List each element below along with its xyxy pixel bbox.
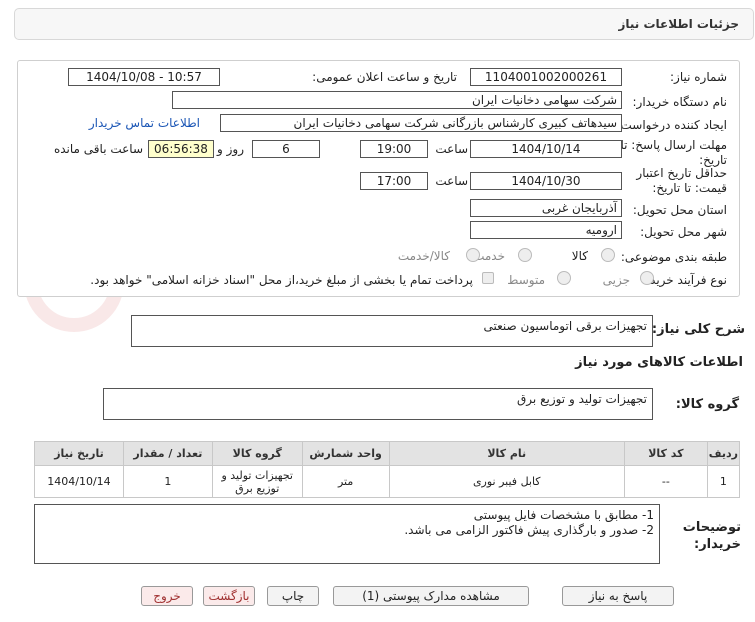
- goods-table: ردیف کد کالا نام کالا واحد شمارش گروه کا…: [34, 441, 741, 498]
- exit-button[interactable]: خروج: [141, 586, 193, 606]
- reply-button[interactable]: پاسخ به نیاز: [562, 586, 674, 606]
- city-label: شهر محل تحویل:: [640, 225, 727, 239]
- need-number-label: شماره نیاز:: [670, 70, 727, 84]
- validity-date-field: 1404/10/30: [470, 172, 622, 190]
- goods-name-cell: کابل فیبر نوری: [388, 465, 625, 498]
- goods-group-cell: تجهیزات تولید و توزیع برق: [211, 465, 303, 498]
- treasury-payment-checkbox[interactable]: [482, 272, 494, 284]
- view-attachments-button[interactable]: مشاهده مدارک پیوستی (1): [333, 586, 529, 606]
- goods-group-label: گروه کالا:: [675, 397, 739, 412]
- category-service-radio[interactable]: [518, 248, 532, 262]
- price-validity-label: حداقل تاریخ اعتبار قیمت: تا تاریخ:: [636, 166, 727, 195]
- print-button[interactable]: چاپ: [267, 586, 319, 606]
- reply-time-field: 19:00: [360, 140, 428, 158]
- category-goods-radio[interactable]: [601, 248, 615, 262]
- need-date-cell: 1404/10/14: [34, 465, 124, 498]
- province-field: آذربایجان غربی: [470, 199, 622, 217]
- remaining-time-label: ساعت باقی مانده: [53, 142, 143, 156]
- buyer-notes-line: 2- صدور و بارگذاری پیش فاکتور الزامی می …: [404, 523, 654, 537]
- goods-code-cell: --: [623, 465, 708, 498]
- column-header: تعداد / مقدار: [122, 441, 213, 466]
- process-minor-label: جزیی: [602, 273, 630, 287]
- validity-time-field: 17:00: [360, 172, 428, 190]
- remaining-time-field: 06:56:38: [148, 140, 214, 158]
- buyer-contact-link[interactable]: اطلاعات تماس خریدار: [89, 116, 200, 130]
- category-goods-service-radio[interactable]: [466, 248, 480, 262]
- reply-time-label: ساعت: [435, 142, 468, 156]
- process-minor-radio[interactable]: [640, 271, 654, 285]
- process-medium-label: متوسط: [507, 273, 545, 287]
- table-header-row: ردیف کد کالا نام کالا واحد شمارش گروه کا…: [34, 441, 741, 466]
- process-medium-radio[interactable]: [557, 271, 571, 285]
- creator-field: سیدهاتف کبیری کارشناس بازرگانی شرکت سهام…: [220, 114, 622, 132]
- process-type-label: نوع فرآیند خرید :: [642, 273, 727, 287]
- announce-datetime-field: 1404/10/08 - 10:57: [68, 68, 220, 86]
- quantity-cell: 1: [122, 465, 213, 498]
- page-header: جزئیات اطلاعات نیاز: [14, 8, 754, 40]
- creator-label: ایجاد کننده درخواست:: [616, 118, 727, 132]
- buyer-org-label: نام دستگاه خریدار:: [632, 95, 728, 109]
- column-header: گروه کالا: [211, 441, 303, 466]
- reply-date-field: 1404/10/14: [470, 140, 622, 158]
- validity-time-label: ساعت: [435, 174, 468, 188]
- unit-cell: متر: [301, 465, 390, 498]
- goods-info-title: اطلاعات کالاهای مورد نیاز: [575, 355, 743, 370]
- buyer-notes-label: توضیحات خریدار:: [682, 520, 741, 552]
- row-number-cell: 1: [706, 465, 741, 498]
- back-button[interactable]: بازگشت: [203, 586, 255, 606]
- province-label: استان محل تحویل:: [632, 203, 727, 217]
- page-title: جزئیات اطلاعات نیاز: [618, 17, 739, 31]
- category-label: طبقه بندی موضوعی:: [620, 250, 727, 264]
- buyer-notes-field: 1- مطابق با مشخصات فایل پیوستی 2- صدور و…: [34, 504, 660, 564]
- description-label: شرح کلی نیاز:: [651, 322, 745, 337]
- description-field: تجهیزات برقی اتوماسیون صنعتی: [131, 315, 653, 347]
- days-label: روز و: [217, 142, 244, 156]
- announce-datetime-label: تاریخ و ساعت اعلان عمومی:: [312, 70, 457, 84]
- buyer-org-field: شرکت سهامی دخانیات ایران: [172, 91, 622, 109]
- column-header: نام کالا: [388, 441, 625, 466]
- column-header: کد کالا: [623, 441, 708, 466]
- category-goods-label: کالا: [571, 249, 588, 263]
- buyer-notes-line: 1- مطابق با مشخصات فایل پیوستی: [473, 508, 654, 522]
- column-header: واحد شمارش: [301, 441, 390, 466]
- column-header: ردیف: [706, 441, 741, 466]
- treasury-payment-note: پرداخت تمام یا بخشی از مبلغ خرید،از محل …: [90, 273, 473, 287]
- goods-group-field: تجهیزات تولید و توزیع برق: [103, 388, 653, 420]
- table-row: 1 -- کابل فیبر نوری متر تجهیزات تولید و …: [34, 465, 741, 498]
- need-number-field: 1104001002000261: [470, 68, 622, 86]
- category-goods-service-label: کالا/خدمت: [397, 249, 450, 263]
- days-field: 6: [252, 140, 320, 158]
- reply-deadline-label: مهلت ارسال پاسخ: تا تاریخ:: [620, 138, 727, 167]
- city-field: ارومیه: [470, 221, 622, 239]
- column-header: تاریخ نیاز: [34, 441, 124, 466]
